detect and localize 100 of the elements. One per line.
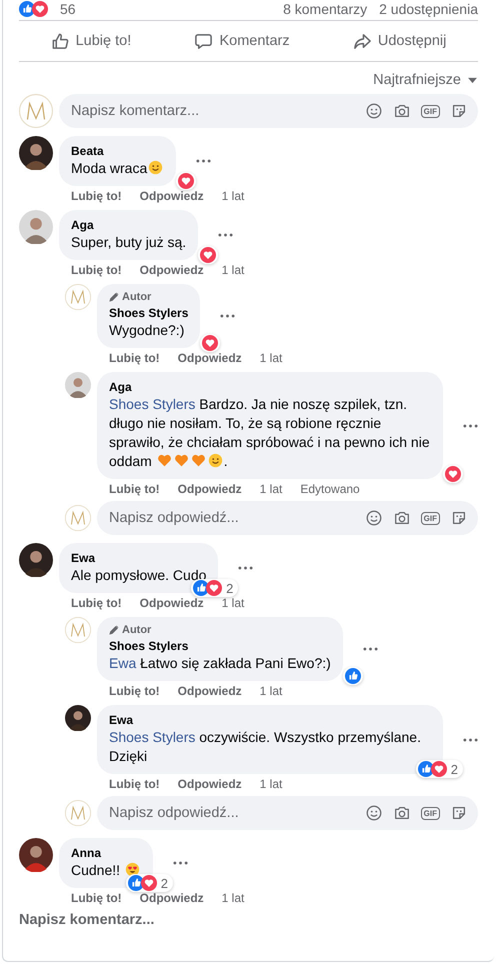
love-reaction-icon [32,1,48,17]
author-name[interactable]: Ewa [109,712,431,728]
author-name[interactable]: Shoes Stylers [109,638,331,654]
author-name[interactable]: Ewa [71,550,206,566]
author-name[interactable]: Aga [109,379,431,395]
comment-meta: 1 lat [222,263,244,278]
heart-emoji-icon [190,453,206,468]
like-link[interactable]: Lubię to! [109,482,160,497]
comment-button[interactable]: Komentarz [184,26,300,56]
reply-link[interactable]: Odpowiedz [178,482,242,497]
love-reaction-icon [430,761,447,777]
mention-link[interactable]: Shoes Stylers [109,729,196,745]
gif-button[interactable]: GIF [420,806,440,820]
reply-link[interactable]: Odpowiedz [140,891,204,906]
heart-emoji-icon [174,453,189,468]
like-reaction-icon [344,668,361,684]
reply-link[interactable]: Odpowiedz [178,777,242,792]
share-button[interactable]: Udostępnij [342,26,456,56]
like-link[interactable]: Lubię to! [109,777,160,792]
comment-meta: 1 lat [260,777,282,792]
reply-link[interactable]: Odpowiedz [178,684,242,699]
reaction-summary[interactable] [176,172,196,190]
comment-text: Super, buty już są. [71,233,186,252]
sort-dropdown[interactable]: Najtrafniejsze [373,70,478,90]
like-link[interactable]: Lubię to! [71,189,122,204]
comment-meta: 1 lat [260,684,282,699]
more-options-icon[interactable] [362,647,378,651]
share-count[interactable]: 2 udostępnienia [379,1,478,17]
avatar[interactable] [19,838,53,872]
emoji-icon[interactable] [364,804,383,822]
like-button[interactable]: Lubię to! [40,26,142,56]
page-logo-avatar [19,94,53,128]
mention-link[interactable]: Ewa [109,655,136,671]
share-arrow-icon [352,32,372,50]
author-name[interactable]: Anna [71,845,141,861]
comment-input[interactable]: Napisz komentarz... GIF [59,94,478,128]
author-name[interactable]: Shoes Stylers [109,305,188,321]
like-link[interactable]: Lubię to! [71,596,122,611]
reply-link[interactable]: Odpowiedz [140,596,204,611]
more-options-icon[interactable] [218,233,234,237]
like-link[interactable]: Lubię to! [71,891,122,906]
smiley-emoji-icon [148,160,164,175]
camera-icon[interactable] [392,102,411,120]
reaction-summary[interactable] [200,334,220,352]
reaction-summary[interactable]: 2 [126,874,173,892]
reply-link[interactable]: Odpowiedz [140,189,204,204]
caret-icon [467,76,478,84]
sticker-icon[interactable] [450,509,468,527]
avatar[interactable] [65,705,91,731]
reaction-summary[interactable] [198,246,218,264]
love-reaction-icon [140,875,157,891]
emoji-icon[interactable] [364,102,383,120]
mention-link[interactable]: Shoes Stylers [109,396,196,412]
reply-input[interactable]: Napisz odpowiedź... GIF [97,796,478,830]
write-comment-link[interactable]: Napisz komentarz... [19,910,478,928]
reply-link[interactable]: Odpowiedz [140,263,204,278]
heart-eyes-emoji-icon [124,862,140,877]
reaction-count[interactable]: 56 [60,1,76,17]
more-options-icon[interactable] [238,566,254,570]
reaction-summary[interactable] [443,465,463,483]
comment-meta: 1 lat [222,891,244,906]
author-name[interactable]: Aga [71,217,186,233]
reaction-summary[interactable]: 2 [191,579,238,597]
gif-button[interactable]: GIF [420,512,440,524]
comment-meta: 1 lat [222,596,244,611]
more-options-icon[interactable] [196,159,212,163]
more-options-icon[interactable] [463,738,478,742]
more-options-icon[interactable] [463,424,478,428]
comment-count[interactable]: 8 komentarzy [283,1,368,17]
reaction-summary[interactable]: 2 [416,760,463,778]
like-link[interactable]: Lubię to! [109,684,160,699]
author-label: Autor [122,291,152,303]
comment-meta: Edytowano [300,482,360,497]
comment-meta: 1 lat [260,351,282,366]
love-reaction-icon [200,247,216,263]
comment-text: Moda wraca [71,159,164,178]
speech-bubble-icon [194,32,214,50]
sticker-icon[interactable] [450,102,468,120]
gif-button[interactable]: GIF [420,104,440,118]
author-name[interactable]: Beata [71,143,164,159]
more-options-icon[interactable] [172,861,188,865]
sticker-icon[interactable] [450,804,468,822]
love-reaction-icon [202,335,218,351]
reply-input[interactable]: Napisz odpowiedź... GIF [97,501,478,535]
reply-link[interactable]: Odpowiedz [178,351,242,366]
camera-icon[interactable] [392,804,411,822]
like-link[interactable]: Lubię to! [71,263,122,278]
love-reaction-icon [178,173,194,189]
like-link[interactable]: Lubię to! [109,351,160,366]
smiley-emoji-icon [208,453,223,468]
heart-emoji-icon [156,453,172,468]
emoji-icon[interactable] [364,509,383,527]
avatar[interactable] [19,136,53,170]
more-options-icon[interactable] [220,314,236,318]
avatar[interactable] [19,543,53,577]
camera-icon[interactable] [392,509,411,527]
like-reaction-icon [128,875,144,891]
reaction-summary[interactable] [342,667,363,685]
pencil-icon [109,625,119,635]
like-reaction-icon [418,761,434,777]
